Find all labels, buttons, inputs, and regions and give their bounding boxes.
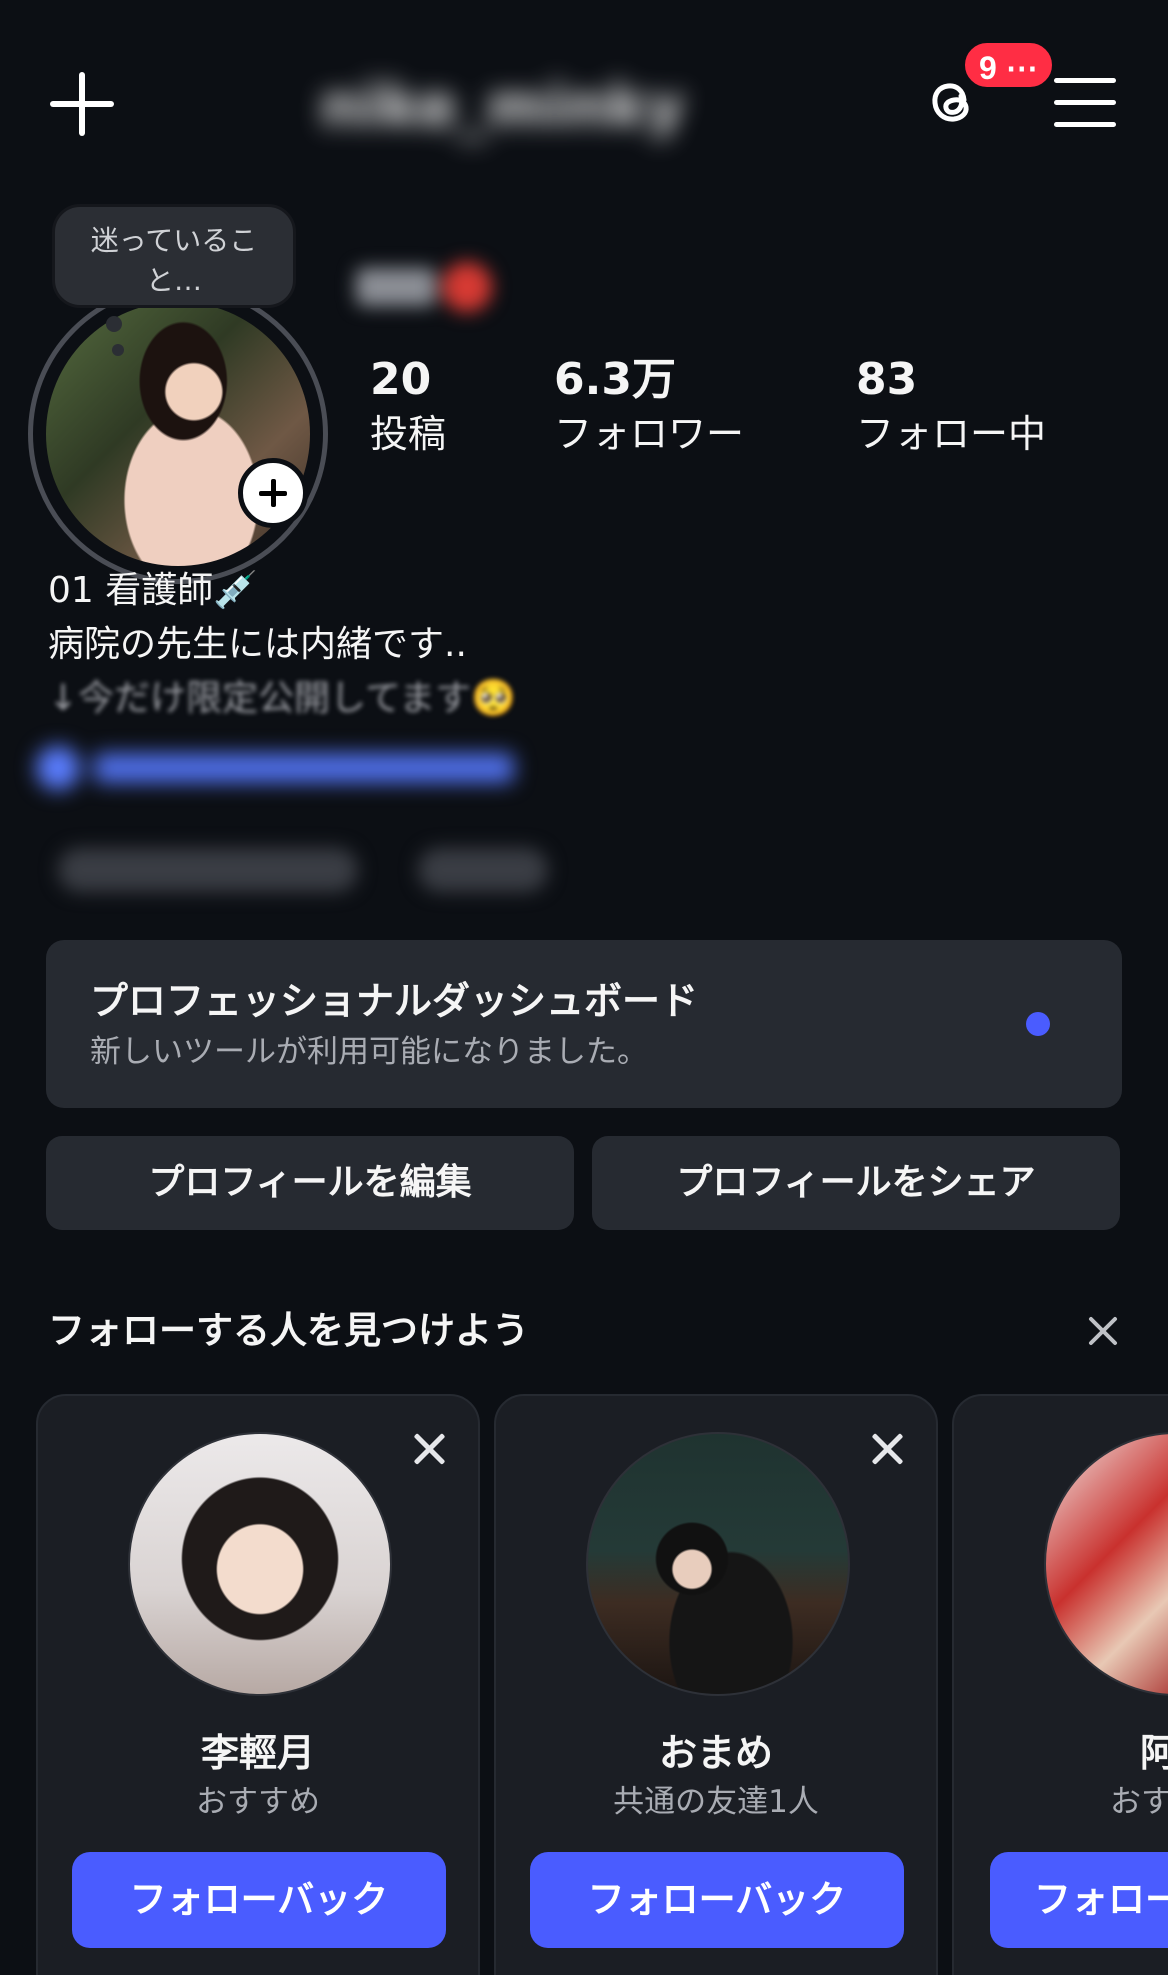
professional-dashboard[interactable]: プロフェッショナルダッシュボード 新しいツールが利用可能になりました。: [46, 940, 1122, 1108]
display-name-text: 優衣: [356, 268, 436, 306]
stat-value: 83: [856, 354, 918, 405]
follow-button[interactable]: フォロー: [990, 1852, 1168, 1948]
username-title[interactable]: nike_minky: [320, 72, 840, 144]
suggestion-name: 阿: [1140, 1726, 1168, 1780]
display-name-emoji: [442, 262, 492, 312]
bio: 01 看護師💉 病院の先生には内緒です.. ↓今だけ限定公開してます🥺: [48, 564, 748, 726]
suggestion-avatar[interactable]: [1044, 1432, 1168, 1696]
new-indicator-dot: [1026, 1012, 1050, 1036]
stat-following[interactable]: 83 フォロー中: [856, 352, 1046, 460]
note-bubble-tail: [106, 316, 122, 332]
share-profile-button[interactable]: プロフィールをシェア: [592, 1136, 1120, 1230]
stat-label: フォロー中: [856, 412, 1047, 456]
link-icon: [36, 746, 80, 790]
stat-value: 6.3万: [554, 354, 676, 405]
suggestion-subtitle: おすすめ: [196, 1784, 320, 1820]
threads-handle-chip[interactable]: [58, 848, 358, 892]
suggestion-card[interactable]: 阿 おす フォロー: [952, 1394, 1168, 1975]
profile-screen: nike_minky 9 ⋯ 迷っていること… 優衣 20 投稿 6.3万 フォ…: [0, 0, 1168, 1975]
stat-posts[interactable]: 20 投稿: [370, 352, 446, 460]
note-bubble[interactable]: 迷っていること…: [52, 204, 296, 308]
suggestion-avatar[interactable]: [586, 1432, 850, 1696]
threads-chips: [58, 838, 558, 898]
threads-count-chip[interactable]: [418, 848, 548, 892]
notification-badge[interactable]: 9 ⋯: [962, 40, 1055, 90]
edit-profile-button[interactable]: プロフィールを編集: [46, 1136, 574, 1230]
bio-line: ↓今だけ限定公開してます🥺: [48, 678, 517, 719]
suggestion-card[interactable]: 李輕月 おすすめ フォローバック: [36, 1394, 480, 1975]
plus-icon[interactable]: [50, 72, 114, 136]
suggestions-title: フォローする人を見つけよう: [48, 1309, 529, 1352]
close-icon[interactable]: [870, 1432, 904, 1466]
close-icon[interactable]: [412, 1432, 446, 1466]
follow-back-button[interactable]: フォローバック: [72, 1852, 446, 1948]
bio-line: 01 看護師💉: [48, 570, 259, 611]
suggestion-card[interactable]: おまめ 共通の友達1人 フォローバック: [494, 1394, 938, 1975]
hamburger-menu-icon[interactable]: [1054, 78, 1116, 128]
suggestion-name: おまめ: [658, 1731, 773, 1775]
close-icon[interactable]: [1086, 1314, 1120, 1348]
suggestion-name: 李輕月: [200, 1731, 315, 1775]
suggestion-avatar[interactable]: [128, 1432, 392, 1696]
suggestion-subtitle: 共通の友達1人: [613, 1784, 819, 1820]
note-bubble-tail: [112, 344, 124, 356]
top-bar: nike_minky 9 ⋯: [0, 0, 1168, 210]
bio-line: 病院の先生には内緒です..: [48, 624, 467, 665]
bio-link-text: [94, 753, 514, 783]
dashboard-title: プロフェッショナルダッシュボード: [90, 979, 699, 1023]
stat-followers[interactable]: 6.3万 フォロワー: [554, 352, 744, 460]
follow-back-button[interactable]: フォローバック: [530, 1852, 904, 1948]
stat-value: 20: [370, 354, 432, 405]
bio-link[interactable]: [36, 740, 526, 796]
dashboard-subtitle: 新しいツールが利用可能になりました。: [90, 1034, 648, 1070]
stat-label: フォロワー: [554, 412, 745, 456]
suggestion-subtitle: おす: [1110, 1784, 1168, 1820]
stat-label: 投稿: [370, 412, 447, 456]
add-story-icon[interactable]: [238, 458, 308, 528]
display-name: 優衣: [356, 262, 516, 322]
